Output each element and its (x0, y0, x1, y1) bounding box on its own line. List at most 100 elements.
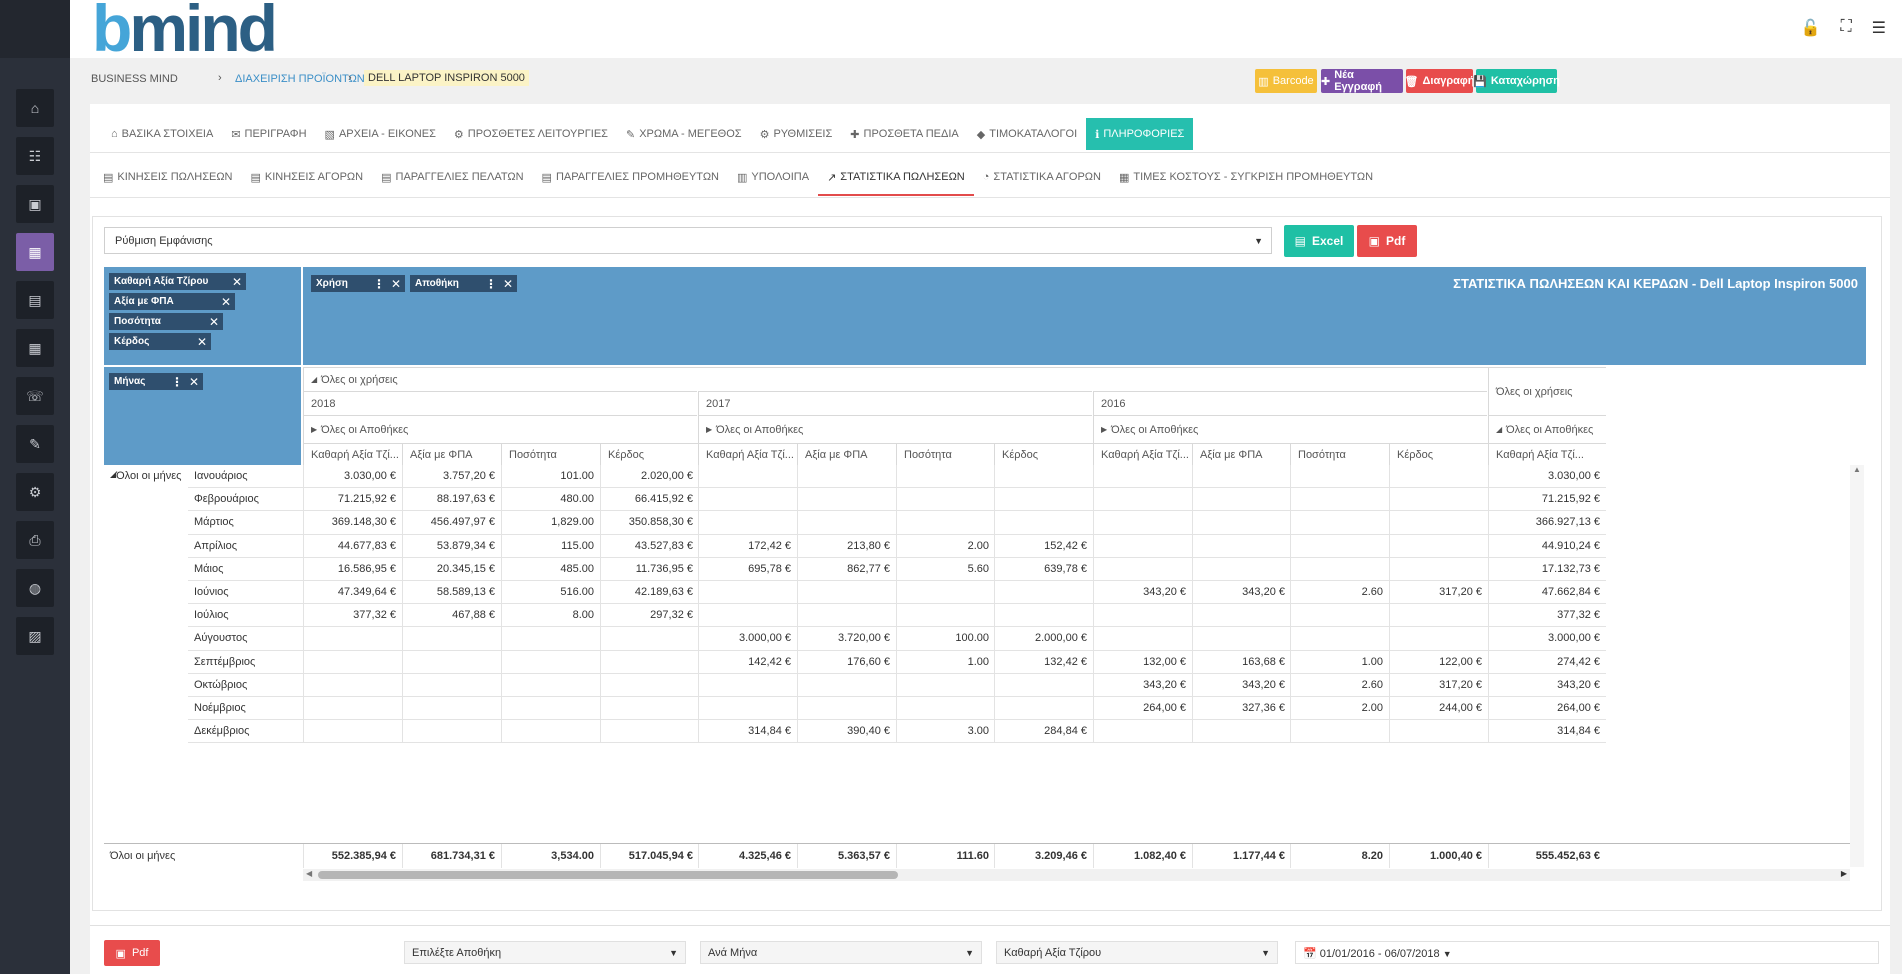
sidebar-item-contacts[interactable]: ☷ (16, 137, 54, 175)
sidebar-item-printer[interactable]: ⎙ (16, 521, 54, 559)
tab-5[interactable]: ⚙ ΡΥΘΜΙΣΕΙΣ (751, 118, 842, 150)
measure-select[interactable]: Καθαρή Αξία Τζίρου ▼ (996, 941, 1278, 964)
subtab-5[interactable]: ↗ ΣΤΑΤΙΣΤΙΚΑ ΠΩΛΗΣΕΩΝ (818, 160, 974, 196)
sidebar-item-home[interactable]: ⌂ (16, 89, 54, 127)
expand-toggle-icon[interactable]: ◢ (1496, 425, 1502, 434)
expand-toggle-icon[interactable]: ◢ (311, 375, 317, 384)
scroll-right-icon[interactable]: ▶ (1841, 869, 1847, 878)
month-group-header[interactable]: ◢ Όλοι οι μήνες (104, 465, 188, 744)
tab-4[interactable]: ✎ ΧΡΩΜΑ - ΜΕΓΕΘΟΣ (617, 118, 751, 150)
measure-header: Κέρδος (994, 443, 1093, 465)
subtab-4[interactable]: ▥ ΥΠΟΛΟΙΠΑ (728, 160, 818, 196)
tab-0[interactable]: ⌂ ΒΑΣΙΚΑ ΣΤΟΙΧΕΙΑ (102, 118, 222, 150)
sidebar-item-box[interactable]: ▦ (16, 233, 54, 271)
more-icon[interactable]: ⋮ (171, 376, 183, 388)
measure-header: Αξία με ΦΠΑ (402, 443, 501, 465)
warehouse-select[interactable]: Επιλέξτε Αποθήκη ▼ (404, 941, 686, 964)
close-icon[interactable]: ✕ (197, 336, 207, 348)
vertical-scrollbar[interactable]: ▲ (1850, 465, 1864, 867)
subtab-6[interactable]: ◔ ΣΤΑΤΙΣΤΙΚΑ ΑΓΟΡΩΝ (974, 160, 1110, 196)
date-range-picker[interactable]: 📅 01/01/2016 - 06/07/2018 ▼ (1295, 941, 1879, 964)
more-icon[interactable]: ⋮ (485, 278, 497, 290)
scroll-up-icon[interactable]: ▲ (1853, 465, 1861, 474)
pivot-cell (1389, 557, 1488, 581)
new-record-button[interactable]: ✚ Νέα Εγγραφή (1321, 69, 1403, 93)
breadcrumb-root[interactable]: BUSINESS MIND (91, 73, 178, 85)
data-field-chip[interactable]: Αξία με ΦΠΑ ✕ (109, 293, 235, 310)
sidebar-item-wrench[interactable]: ✎ (16, 425, 54, 463)
column-field-chip[interactable]: Χρήση ⋮ ✕ (311, 275, 405, 292)
close-icon[interactable]: ✕ (391, 278, 401, 290)
tab-7[interactable]: ◆ ΤΙΜΟΚΑΤΑΛΟΓΟΙ (968, 118, 1086, 150)
grand-total-cell: 552.385,94 € (303, 844, 402, 868)
gear-icon: ⚙ (28, 483, 42, 500)
tab-8[interactable]: ℹ ΠΛΗΡΟΦΟΡΙΕΣ (1086, 118, 1194, 150)
measure-header: Κέρδος (1389, 443, 1488, 465)
expand-icon[interactable]: ⛶ (1840, 18, 1851, 38)
scrollbar-thumb[interactable] (318, 871, 898, 879)
subtab-3[interactable]: ▤ ΠΑΡΑΓΓΕΛΙΕΣ ΠΡΟΜΗΘΕΥΤΩΝ (533, 160, 728, 196)
warehouse-group-header[interactable]: ▶ Όλες οι Αποθήκες (303, 415, 697, 443)
pivot-cell (1389, 534, 1488, 558)
pivot-cell (698, 488, 797, 512)
archive-icon: ▥ (737, 171, 748, 184)
display-setting-select[interactable]: Ρύθμιση Εμφάνισης ▼ (104, 227, 1272, 254)
horizontal-scrollbar[interactable]: ◀ ▶ (303, 869, 1850, 881)
barcode-icon: ▥ (1258, 75, 1269, 88)
app-logo[interactable]: bmind (92, 0, 278, 61)
close-icon[interactable]: ✕ (232, 276, 242, 288)
close-icon[interactable]: ✕ (209, 316, 219, 328)
month-row-header: Μάιος (188, 557, 303, 581)
close-icon[interactable]: ✕ (221, 296, 231, 308)
expand-toggle-icon[interactable]: ▶ (706, 425, 712, 434)
sidebar-item-gear[interactable]: ⚙ (16, 473, 54, 511)
tab-2[interactable]: ▧ ΑΡΧΕΙΑ - ΕΙΚΟΝΕΣ (316, 118, 445, 150)
sidebar-item-file[interactable]: ▤ (16, 281, 54, 319)
save-button[interactable]: 💾 Καταχώρηση (1473, 69, 1560, 93)
close-icon[interactable]: ✕ (503, 278, 513, 290)
sidebar-item-calendar[interactable]: ▦ (16, 329, 54, 367)
excel-export-button[interactable]: ▤ Excel (1284, 225, 1354, 257)
barcode-button[interactable]: ▥ Barcode (1255, 69, 1317, 93)
period-select[interactable]: Ανά Μήνα ▼ (700, 941, 982, 964)
more-icon[interactable]: ⋮ (373, 278, 385, 290)
row-field-chip[interactable]: Μήνας ⋮ ✕ (109, 373, 203, 390)
subtab-1[interactable]: ▤ ΚΙΝΗΣΕΙΣ ΑΓΟΡΩΝ (242, 160, 373, 196)
pivot-cell: 467,88 € (402, 604, 501, 628)
breadcrumb-section[interactable]: ΔΙΑΧΕΙΡΙΣΗ ΠΡΟΪΟΝΤΩΝ (235, 73, 365, 85)
warehouse-group-header[interactable]: ▶ Όλες οι Αποθήκες (1093, 415, 1487, 443)
subtab-0[interactable]: ▤ ΚΙΝΗΣΕΙΣ ΠΩΛΗΣΕΩΝ (94, 160, 242, 196)
warehouse-group-header[interactable]: ▶ Όλες οι Αποθήκες (698, 415, 1092, 443)
grand-total-cell: 681.734,31 € (402, 844, 501, 868)
subtab-7[interactable]: ▦ ΤΙΜΕΣ ΚΟΣΤΟΥΣ - ΣΥΓΚΡΙΣΗ ΠΡΟΜΗΘΕΥΤΩΝ (1110, 160, 1382, 196)
grand-total-cell: 555.452,63 € (1488, 844, 1606, 868)
subtab-2[interactable]: ▤ ΠΑΡΑΓΓΕΛΙΕΣ ΠΕΛΑΤΩΝ (372, 160, 532, 196)
tab-3[interactable]: ⚙ ΠΡΟΣΘΕΤΕΣ ΛΕΙΤΟΥΡΓΙΕΣ (445, 118, 617, 150)
grand-total-cell: 5.363,57 € (797, 844, 896, 868)
sidebar-item-phone[interactable]: ☏ (16, 377, 54, 415)
column-field-chip[interactable]: Αποθήκη ⋮ ✕ (410, 275, 517, 292)
data-field-chip[interactable]: Κέρδος ✕ (109, 333, 211, 350)
sidebar-item-globe[interactable]: ◍ (16, 569, 54, 607)
expand-toggle-icon[interactable]: ▶ (1101, 425, 1107, 434)
delete-button[interactable]: 🗑 Διαγραφή (1405, 69, 1474, 93)
sidebar-item-user-card[interactable]: ▣ (16, 185, 54, 223)
scroll-left-icon[interactable]: ◀ (306, 869, 312, 878)
breadcrumb-separator: › (218, 72, 222, 84)
pdf-export-button[interactable]: ▣ Pdf (1357, 225, 1417, 257)
data-field-chip[interactable]: Καθαρή Αξία Τζίρου ✕ (109, 273, 246, 290)
tab-6[interactable]: ✚ ΠΡΟΣΘΕΤΑ ΠΕΔΙΑ (841, 118, 967, 150)
year-group-header[interactable]: ◢ Όλες οι χρήσεις (303, 367, 1488, 391)
warehouse-total-header[interactable]: ◢ Όλες οι Αποθήκες (1488, 415, 1606, 443)
expand-toggle-icon[interactable]: ▶ (311, 425, 317, 434)
pivot-cell: 639,78 € (994, 557, 1093, 581)
list-add-icon[interactable]: ☰ (1872, 18, 1886, 38)
data-field-chip[interactable]: Ποσότητα ✕ (109, 313, 223, 330)
sidebar-item-briefcase[interactable]: ▨ (16, 617, 54, 655)
close-icon[interactable]: ✕ (189, 376, 199, 388)
calculator-icon: ▦ (1118, 171, 1130, 184)
pdf-button[interactable]: ▣ Pdf (104, 940, 160, 966)
lock-icon[interactable]: 🔓 (1801, 18, 1821, 38)
tab-1[interactable]: ✉ ΠΕΡΙΓΡΑΦΗ (222, 118, 315, 150)
primary-tabs: ⌂ ΒΑΣΙΚΑ ΣΤΟΙΧΕΙΑ ✉ ΠΕΡΙΓΡΑΦΗ ▧ ΑΡΧΕΙΑ - ΕΙΚΟ… (102, 118, 1194, 152)
